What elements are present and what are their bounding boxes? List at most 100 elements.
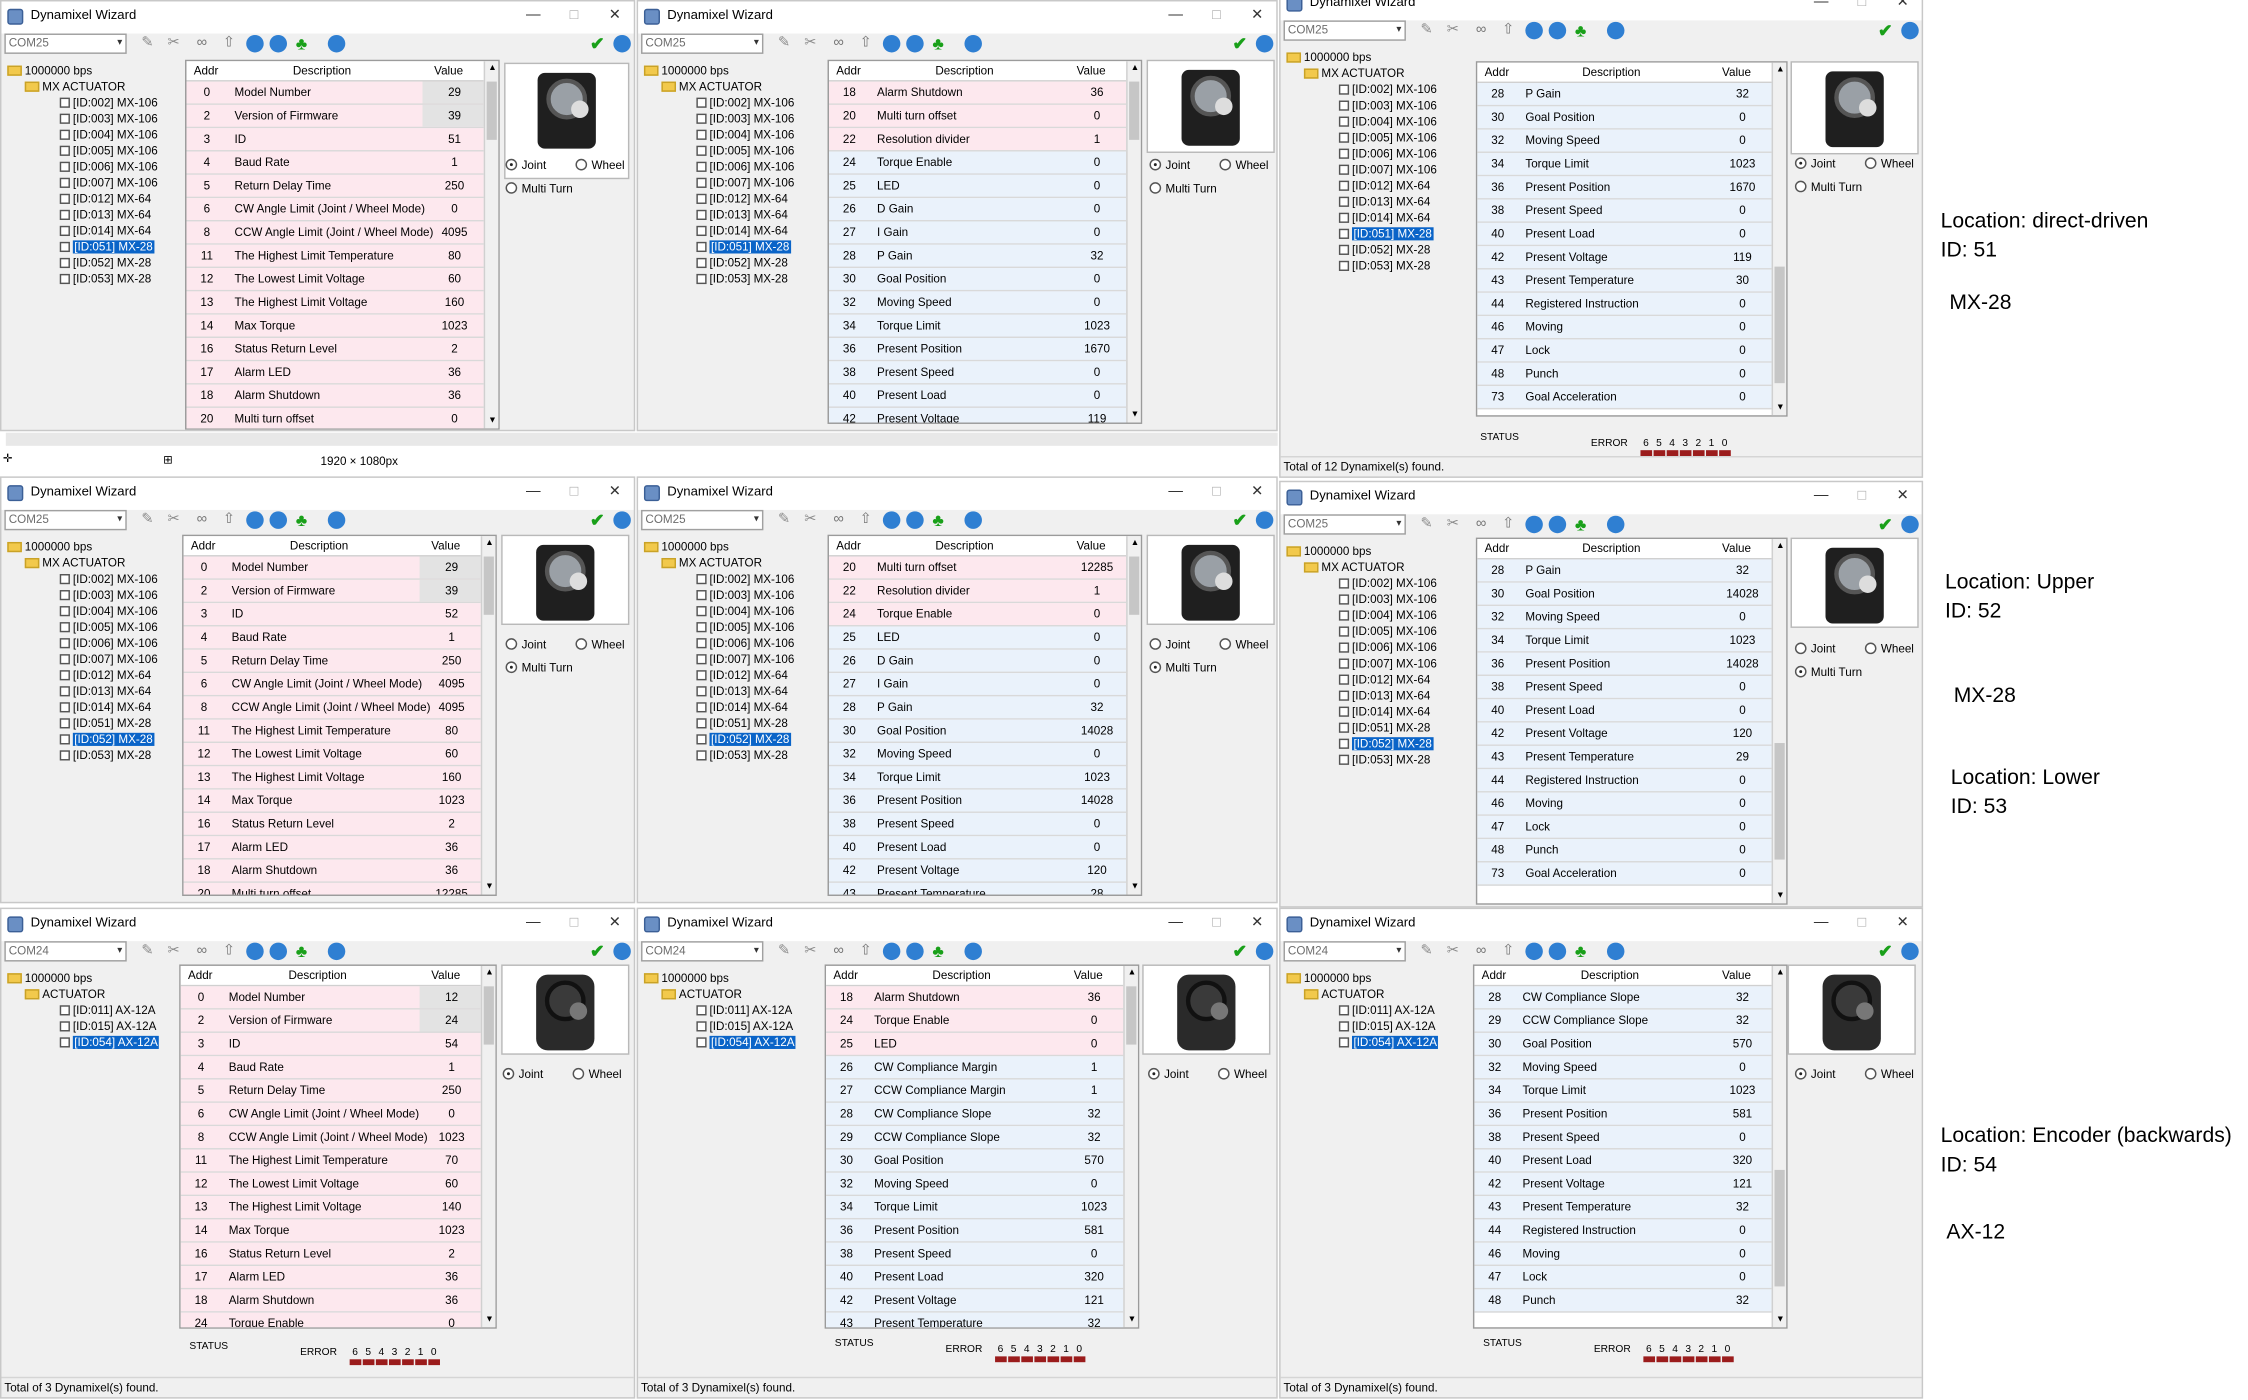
plug-icon[interactable]: ♣: [932, 35, 949, 52]
tree-item[interactable]: [ID:012] MX-64: [696, 191, 788, 207]
table-row[interactable]: 38 Present Speed 0: [826, 1242, 1124, 1267]
tree-item[interactable]: [ID:005] MX-106: [696, 143, 794, 159]
table-row[interactable]: 40 Present Load 0: [1477, 699, 1772, 723]
radio-multi-turn[interactable]: Multi Turn: [505, 182, 573, 195]
plug-icon[interactable]: ♣: [932, 511, 949, 528]
tree-item[interactable]: [ID:004] MX-106: [59, 127, 158, 143]
check-icon[interactable]: ✔: [590, 35, 607, 52]
table-row[interactable]: 47 Lock 0: [1474, 1266, 1772, 1290]
link-icon[interactable]: ∞: [833, 511, 850, 528]
radio-wheel[interactable]: Wheel: [1217, 1067, 1267, 1081]
globe-icon[interactable]: [906, 942, 924, 961]
tree-item[interactable]: [ID:002] MX-106: [1338, 82, 1437, 98]
table-row[interactable]: 42 Present Voltage 119: [1477, 246, 1772, 270]
scrollbar-thumb[interactable]: [483, 556, 494, 615]
table-row[interactable]: 16 Status Return Level 2: [186, 338, 484, 362]
table-row[interactable]: 38 Present Speed 0: [828, 812, 1127, 837]
table-row[interactable]: 28 P Gain 32: [1477, 83, 1772, 107]
tree-root[interactable]: 1000000 bps: [643, 970, 729, 986]
tree-item[interactable]: [ID:014] MX-64: [696, 699, 788, 715]
plug-icon[interactable]: ♣: [296, 511, 313, 528]
upload-icon[interactable]: ⇧: [1502, 943, 1519, 960]
radio-dot[interactable]: [1864, 1067, 1877, 1080]
radio-joint[interactable]: Joint: [1794, 642, 1836, 656]
table-row[interactable]: 0 Model Number 12: [180, 986, 484, 1010]
table-row[interactable]: 17 Alarm LED 36: [186, 361, 484, 385]
table-row[interactable]: 13 The Highest Limit Voltage 160: [183, 766, 481, 790]
table-scrollbar[interactable]: ▲ ▼: [1126, 61, 1141, 423]
table-row[interactable]: 3 ID 54: [180, 1032, 481, 1057]
table-row[interactable]: 4 Baud Rate 1: [183, 626, 481, 650]
link-icon[interactable]: ∞: [197, 35, 214, 52]
table-row[interactable]: 38 Present Speed 0: [828, 361, 1127, 385]
minimize-button[interactable]: —: [1157, 912, 1195, 935]
table-row[interactable]: 18 Alarm Shutdown 36: [183, 859, 481, 883]
tree-item[interactable]: [ID:052] MX-28: [1338, 242, 1430, 258]
table-row[interactable]: 13 The Highest Limit Voltage 160: [186, 291, 484, 315]
table-row[interactable]: 34 Torque Limit 1023: [828, 766, 1127, 790]
table-row[interactable]: 32 Moving Speed 0: [828, 743, 1127, 767]
chevron-down-icon[interactable]: ▼: [1773, 889, 1786, 904]
tree-item[interactable]: [ID:013] MX-64: [696, 683, 788, 699]
table-row[interactable]: 46 Moving 0: [1477, 316, 1772, 340]
tree-item[interactable]: [ID:006] MX-106: [696, 635, 794, 651]
plug-icon[interactable]: ♣: [932, 943, 949, 960]
refresh-icon[interactable]: [1525, 515, 1543, 534]
table-row[interactable]: 46 Moving 0: [1477, 792, 1772, 816]
table-row[interactable]: 20 Multi turn offset 12285: [183, 882, 481, 895]
scan-icon[interactable]: [1255, 942, 1274, 961]
tree-item[interactable]: [ID:051] MX-28: [59, 715, 152, 731]
table-row[interactable]: 38 Present Speed 0: [1477, 676, 1772, 700]
tree-item[interactable]: [ID:006] MX-106: [1338, 640, 1437, 656]
upload-icon[interactable]: ⇧: [860, 943, 877, 960]
tree-item[interactable]: [ID:051] MX-28: [59, 239, 155, 255]
table-row[interactable]: 4 Baud Rate 1: [186, 151, 484, 175]
link-icon[interactable]: ∞: [197, 511, 214, 528]
maximize-button[interactable]: □: [1843, 0, 1881, 15]
com-port-select[interactable]: COM24 ▾: [4, 941, 127, 962]
tree-item[interactable]: [ID:012] MX-64: [696, 667, 788, 683]
check-icon[interactable]: ✔: [1233, 511, 1250, 528]
com-port-select[interactable]: COM25 ▾: [1283, 514, 1406, 535]
maximize-button[interactable]: □: [1198, 481, 1236, 504]
refresh-icon[interactable]: [882, 34, 901, 53]
table-row[interactable]: 30 Goal Position 14028: [1477, 582, 1772, 607]
table-row[interactable]: 27 CCW Compliance Margin 1: [826, 1079, 1124, 1103]
tree-item[interactable]: [ID:005] MX-106: [59, 143, 158, 159]
table-row[interactable]: 5 Return Delay Time 250: [186, 174, 484, 199]
help-icon[interactable]: [327, 942, 346, 961]
tree-item[interactable]: [ID:005] MX-106: [1338, 624, 1437, 640]
horizontal-scrollbar[interactable]: [5, 432, 1278, 446]
refresh-icon[interactable]: [882, 511, 901, 529]
radio-multi-turn[interactable]: Multi Turn: [1794, 665, 1862, 679]
wrench-icon[interactable]: ✂: [1447, 22, 1464, 39]
table-row[interactable]: 73 Goal Acceleration 0: [1477, 386, 1772, 410]
tree-item[interactable]: [ID:003] MX-106: [696, 587, 794, 603]
link-icon[interactable]: ∞: [833, 943, 850, 960]
radio-dot[interactable]: [575, 638, 588, 650]
table-row[interactable]: 5 Return Delay Time 250: [183, 649, 481, 674]
maximize-button[interactable]: □: [555, 481, 593, 504]
wrench-icon[interactable]: ✂: [1447, 943, 1464, 960]
tree-item[interactable]: [ID:007] MX-106: [1338, 656, 1437, 672]
tree-item[interactable]: [ID:014] MX-64: [59, 699, 152, 715]
com-port-select[interactable]: COM25 ▾: [641, 33, 764, 54]
minimize-button[interactable]: —: [1157, 481, 1195, 504]
table-row[interactable]: 34 Torque Limit 1023: [1477, 152, 1772, 177]
table-row[interactable]: 12 The Lowest Limit Voltage 60: [186, 268, 484, 292]
minimize-button[interactable]: —: [1802, 912, 1840, 935]
link-icon[interactable]: ∞: [1476, 516, 1493, 533]
minimize-button[interactable]: —: [514, 912, 552, 935]
upload-icon[interactable]: ⇧: [223, 35, 240, 52]
refresh-icon[interactable]: [1525, 942, 1543, 961]
tree-item[interactable]: [ID:007] MX-106: [59, 651, 158, 667]
upload-icon[interactable]: ⇧: [223, 511, 240, 528]
radio-wheel[interactable]: Wheel: [1864, 157, 1914, 170]
table-row[interactable]: 6 CW Angle Limit (Joint / Wheel Mode) 4095: [183, 673, 481, 697]
table-row[interactable]: 5 Return Delay Time 250: [180, 1079, 481, 1103]
table-row[interactable]: 32 Moving Speed 0: [828, 291, 1127, 315]
close-button[interactable]: ✕: [1238, 481, 1276, 504]
edit-icon[interactable]: ✎: [778, 511, 795, 528]
radio-multi-turn[interactable]: Multi Turn: [1149, 182, 1217, 195]
table-row[interactable]: 20 Multi turn offset 0: [186, 407, 484, 429]
